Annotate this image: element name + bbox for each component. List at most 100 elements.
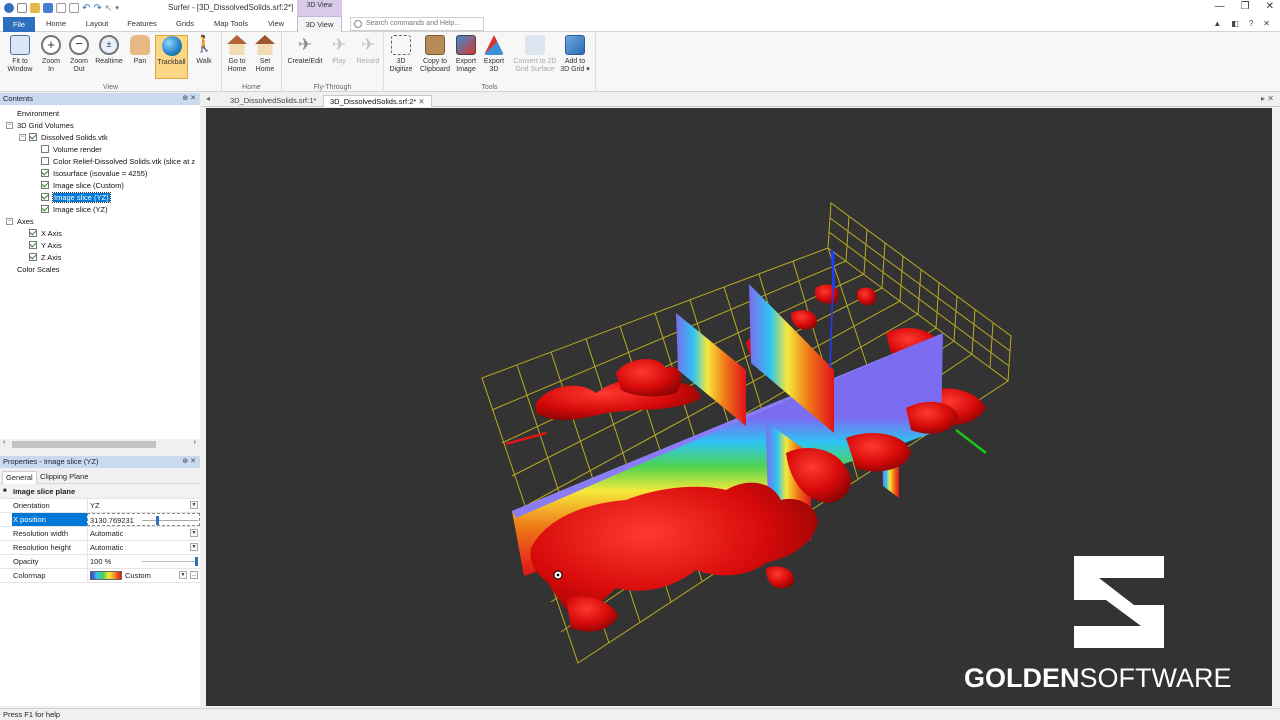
prop-row-resolution-width[interactable]: Resolution width Automatic ▼ (0, 527, 200, 541)
tree-item-image-slice-yz[interactable]: Image slice (YZ) (41, 204, 108, 216)
prop-row-x-position[interactable]: X position 3130.769231 (0, 513, 200, 527)
app-logo-icon[interactable] (4, 3, 14, 13)
close-tab-icon[interactable]: ✕ (418, 97, 424, 106)
add-to-3d-grid-button[interactable]: Add to 3D Grid ▾ (558, 35, 592, 74)
collapse-icon[interactable]: − (6, 218, 13, 225)
export-3d-button[interactable]: Export 3D (479, 35, 509, 74)
prop-row-resolution-height[interactable]: Resolution height Automatic ▼ (0, 541, 200, 555)
checkbox[interactable] (29, 253, 37, 261)
print-icon[interactable] (56, 3, 66, 13)
pointer-icon[interactable]: ↖ (105, 3, 113, 14)
open-folder-icon[interactable] (30, 3, 40, 13)
prop-value-resolution-width[interactable]: Automatic ▼ (87, 527, 200, 540)
record-button[interactable]: ✈ Record (353, 35, 383, 66)
panel-pin-icon[interactable]: ⊕ ✕ (182, 456, 196, 468)
trackball-button[interactable]: Trackball (155, 35, 188, 79)
tree-item-volume-render[interactable]: Volume render (41, 144, 102, 156)
section-image-slice-plane[interactable]: ■ Image slice plane (0, 485, 200, 499)
prop-value-colormap[interactable]: Custom ▼ … (87, 569, 200, 582)
tree-item-y-axis[interactable]: Y Axis (29, 240, 62, 252)
contents-horizontal-scrollbar[interactable]: ‹ › (0, 439, 200, 449)
tab-clipping-plane[interactable]: Clipping Plane (37, 471, 91, 484)
dropdown-arrow-icon[interactable]: ▼ (190, 543, 198, 551)
tab-3d-view[interactable]: 3D View (297, 16, 342, 32)
opacity-slider-track[interactable] (142, 561, 198, 562)
page-icon[interactable] (69, 3, 79, 13)
document-tab-1[interactable]: 3D_DissolvedSolids.srf:1* (224, 95, 322, 107)
scroll-right-icon[interactable]: › (194, 439, 196, 446)
minimize-icon[interactable]: — (1215, 1, 1225, 12)
tab-grids[interactable]: Grids (170, 16, 200, 32)
small-close-icon[interactable]: ✕ (1263, 19, 1270, 28)
document-tab-2[interactable]: 3D_DissolvedSolids.srf:2* ✕ (323, 95, 432, 107)
fit-to-window-button[interactable]: Fit to Window (5, 35, 35, 74)
undo-icon[interactable]: ↶ (82, 3, 90, 14)
prop-row-colormap[interactable]: Colormap Custom ▼ … (0, 569, 200, 583)
checkbox[interactable] (29, 229, 37, 237)
tab-general[interactable]: General (2, 471, 37, 484)
panel-pin-icon[interactable]: ⊕ ✕ (182, 93, 196, 105)
ellipsis-button-icon[interactable]: … (190, 571, 198, 579)
collapse-icon[interactable]: − (19, 134, 26, 141)
go-to-home-button[interactable]: Go to Home (222, 35, 252, 74)
scroll-left-icon[interactable]: ‹ (3, 439, 5, 446)
set-home-button[interactable]: Set Home (250, 35, 280, 74)
checkbox[interactable] (41, 193, 49, 201)
dropdown-arrow-icon[interactable]: ▼ (190, 529, 198, 537)
dropdown-arrow-icon[interactable]: ▼ (179, 571, 187, 579)
section-collapse-icon[interactable]: ■ (3, 485, 7, 498)
tab-features[interactable]: Features (122, 16, 162, 32)
customize-qat-icon[interactable]: ▾ (115, 4, 119, 12)
prop-value-resolution-height[interactable]: Automatic ▼ (87, 541, 200, 554)
zoom-out-button[interactable]: − Zoom Out (64, 35, 94, 74)
tree-item-dissolved-solids[interactable]: Dissolved Solids.vtk (29, 132, 108, 144)
checkbox[interactable] (41, 145, 49, 153)
pan-button[interactable]: Pan (125, 35, 155, 66)
tab-map-tools[interactable]: Map Tools (208, 16, 254, 32)
prop-value-x-position[interactable]: 3130.769231 (87, 513, 200, 526)
help-icon[interactable]: ? (1249, 19, 1253, 28)
zoom-realtime-button[interactable]: ± Realtime (94, 35, 124, 66)
create-edit-button[interactable]: ✈ Create/Edit (286, 35, 324, 66)
tab-list-icon[interactable]: ▸ ✕ (1261, 94, 1274, 103)
tree-item-environment[interactable]: Environment (17, 108, 59, 120)
redo-icon[interactable]: ↷ (93, 3, 101, 14)
tree-item-color-relief[interactable]: Color Relief-Dissolved Solids.vtk (slice… (41, 156, 200, 168)
opacity-slider-thumb[interactable] (195, 557, 198, 566)
tree-item-color-scales[interactable]: Color Scales (17, 264, 60, 276)
zoom-in-button[interactable]: + Zoom In (36, 35, 66, 74)
style-icon[interactable]: ◧ (1231, 19, 1239, 28)
tab-home[interactable]: Home (40, 16, 72, 32)
prop-value-orientation[interactable]: YZ ▼ (87, 499, 200, 512)
ribbon-collapse-icon[interactable]: ▲ (1213, 19, 1221, 28)
tree-item-image-slice-yz-selected[interactable]: Image slice (YZ) (41, 192, 111, 204)
tree-item-3d-grid-volumes[interactable]: 3D Grid Volumes (17, 120, 74, 132)
checkbox[interactable] (41, 181, 49, 189)
prop-row-orientation[interactable]: Orientation YZ ▼ (0, 499, 200, 513)
collapse-icon[interactable]: − (6, 122, 13, 129)
tree-item-isosurface[interactable]: Isosurface (isovalue = 4255) (41, 168, 147, 180)
checkbox[interactable] (41, 205, 49, 213)
tree-item-x-axis[interactable]: X Axis (29, 228, 62, 240)
walk-button[interactable]: 🚶 Walk (189, 35, 219, 66)
3d-viewport[interactable] (206, 108, 1272, 706)
tab-file[interactable]: File (3, 17, 35, 32)
tab-scroll-left-icon[interactable]: ◂ (206, 94, 210, 103)
checkbox[interactable] (41, 169, 49, 177)
close-icon[interactable]: ✕ (1266, 1, 1274, 12)
tree-item-image-slice-custom[interactable]: Image slice (Custom) (41, 180, 124, 192)
checkbox[interactable] (29, 241, 37, 249)
tree-item-z-axis[interactable]: Z Axis (29, 252, 61, 264)
play-button[interactable]: ✈ Play (325, 35, 353, 66)
tree-item-axes[interactable]: Axes (17, 216, 34, 228)
restore-icon[interactable]: ❐ (1241, 1, 1250, 12)
x-position-slider-track[interactable] (142, 520, 198, 521)
new-file-icon[interactable] (17, 3, 27, 13)
prop-value-opacity[interactable]: 100 % (87, 555, 200, 568)
3d-digitize-button[interactable]: 3D Digitize (386, 35, 416, 74)
checkbox[interactable] (41, 157, 49, 165)
convert-to-2d-grid-button[interactable]: Convert to 2D Grid Surface (509, 35, 561, 74)
colormap-swatch[interactable] (90, 571, 122, 580)
scrollbar-thumb[interactable] (12, 441, 156, 448)
copy-to-clipboard-button[interactable]: Copy to Clipboard (417, 35, 453, 74)
